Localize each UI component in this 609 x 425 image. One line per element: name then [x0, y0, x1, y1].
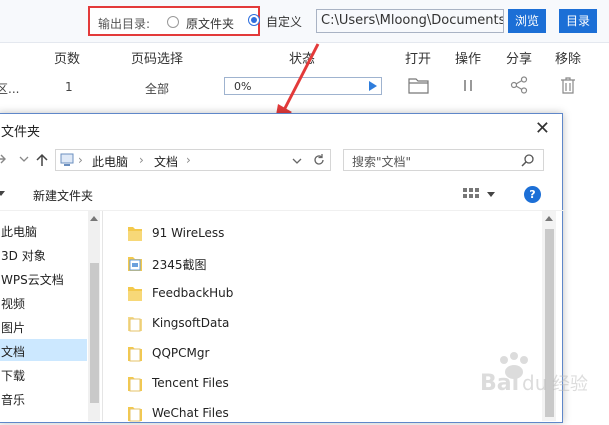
pause-icon[interactable] — [462, 76, 474, 94]
radio-custom[interactable] — [248, 14, 260, 26]
nav-item-wps-cloud[interactable]: WPS云文档 — [0, 267, 87, 289]
header-page-select: 页码选择 — [131, 52, 184, 67]
up-arrow-icon[interactable] — [35, 152, 49, 168]
breadcrumb-documents[interactable]: 文档 — [154, 153, 178, 170]
output-path-input[interactable]: C:\Users\Mloong\Documents — [316, 9, 504, 33]
open-folder-icon[interactable] — [408, 76, 430, 94]
radio-original-label: 原文件夹 — [186, 17, 235, 31]
progress-percent: 0% — [234, 80, 252, 93]
new-folder-button[interactable]: 新建文件夹 — [33, 187, 93, 204]
list-item[interactable]: FeedbackHub — [127, 281, 527, 305]
play-icon[interactable] — [369, 81, 377, 91]
help-button[interactable]: ? — [524, 186, 541, 203]
refresh-icon[interactable] — [312, 153, 326, 167]
list-item[interactable]: KingsoftData — [127, 311, 527, 335]
trash-icon[interactable] — [560, 76, 576, 94]
file-list: 91 WireLess 2345截图 FeedbackHub KingsoftD… — [103, 211, 541, 422]
header-pages: 页数 — [54, 52, 81, 67]
scroll-up-icon[interactable] — [545, 215, 553, 221]
view-grid-icon[interactable] — [463, 188, 479, 202]
output-bar: 输出目录: 原文件夹 自定义 C:\Users\Mloong\Documents… — [0, 0, 609, 42]
chevron-down-icon[interactable] — [19, 155, 29, 163]
list-item[interactable]: 2345截图 — [127, 251, 527, 275]
folder-icon — [128, 407, 142, 422]
baidu-watermark-icon: Bai du 经验 — [480, 352, 588, 396]
organize-dropdown-icon[interactable] — [0, 191, 5, 197]
nav-item-documents[interactable]: 文档 — [0, 339, 87, 361]
search-placeholder: 搜索"文档" — [352, 155, 412, 169]
close-icon[interactable]: ✕ — [535, 118, 550, 139]
row-filename: 区... — [0, 82, 20, 96]
header-open: 打开 — [405, 52, 432, 67]
nav-scroll-thumb[interactable] — [90, 263, 99, 403]
nav-item-3d-objects[interactable]: 3D 对象 — [0, 243, 87, 265]
nav-item-pc[interactable]: 此电脑 — [0, 219, 87, 241]
address-dropdown-icon[interactable] — [292, 157, 302, 165]
header-remove: 移除 — [555, 52, 582, 67]
list-item[interactable]: WeChat Files — [127, 401, 527, 425]
forward-arrow-icon[interactable] — [0, 152, 7, 166]
nav-item-downloads[interactable]: 下载 — [0, 363, 87, 385]
folder-icon — [128, 347, 142, 362]
share-icon[interactable] — [510, 76, 528, 94]
list-item[interactable]: 91 WireLess — [127, 221, 527, 245]
search-icon[interactable] — [521, 153, 535, 167]
output-dir-label: 输出目录: — [98, 17, 151, 31]
nav-scrollbar[interactable] — [88, 211, 100, 421]
folder-icon — [128, 287, 142, 301]
folder-screenshot-icon — [128, 257, 142, 271]
search-input[interactable]: 搜索"文档" — [343, 149, 544, 171]
dialog-toolbar: 新建文件夹 ? — [0, 180, 564, 211]
svg-text:Bai: Bai — [480, 371, 519, 396]
nav-item-videos[interactable]: 视频 — [0, 291, 87, 313]
radio-original-folder[interactable] — [167, 16, 179, 28]
folder-icon — [128, 227, 142, 241]
dialog-title: 文件夹 — [1, 125, 41, 140]
scroll-up-icon[interactable] — [90, 215, 98, 221]
address-bar[interactable]: › 此电脑 › 文档 › — [55, 149, 331, 171]
list-item[interactable]: Tencent Files — [127, 371, 527, 395]
header-share: 分享 — [506, 52, 533, 67]
row-page-select[interactable]: 全部 — [145, 80, 169, 97]
dialog-nav-row: › 此电脑 › 文档 › 搜索"文档" — [0, 147, 564, 175]
breadcrumb-pc[interactable]: 此电脑 — [92, 153, 128, 170]
output-dir-box: 输出目录: 原文件夹 — [88, 6, 260, 36]
folder-icon — [128, 377, 142, 392]
nav-item-pictures[interactable]: 图片 — [0, 315, 87, 337]
browse-button[interactable]: 浏览 — [508, 9, 546, 33]
directory-button[interactable]: 目录 — [559, 9, 597, 33]
nav-pane: 此电脑 3D 对象 WPS云文档 视频 图片 文档 下载 音乐 — [0, 211, 103, 421]
row-pages: 1 — [65, 80, 73, 94]
list-item[interactable]: QQPCMgr — [127, 341, 527, 365]
header-action: 操作 — [455, 52, 482, 67]
folder-icon — [128, 317, 142, 332]
radio-custom-label: 自定义 — [266, 15, 303, 29]
svg-text:du: du — [522, 371, 547, 395]
pc-icon — [60, 153, 74, 166]
svg-text:经验: 经验 — [552, 374, 588, 395]
view-dropdown-icon[interactable] — [487, 192, 495, 198]
nav-item-music[interactable]: 音乐 — [0, 387, 87, 409]
